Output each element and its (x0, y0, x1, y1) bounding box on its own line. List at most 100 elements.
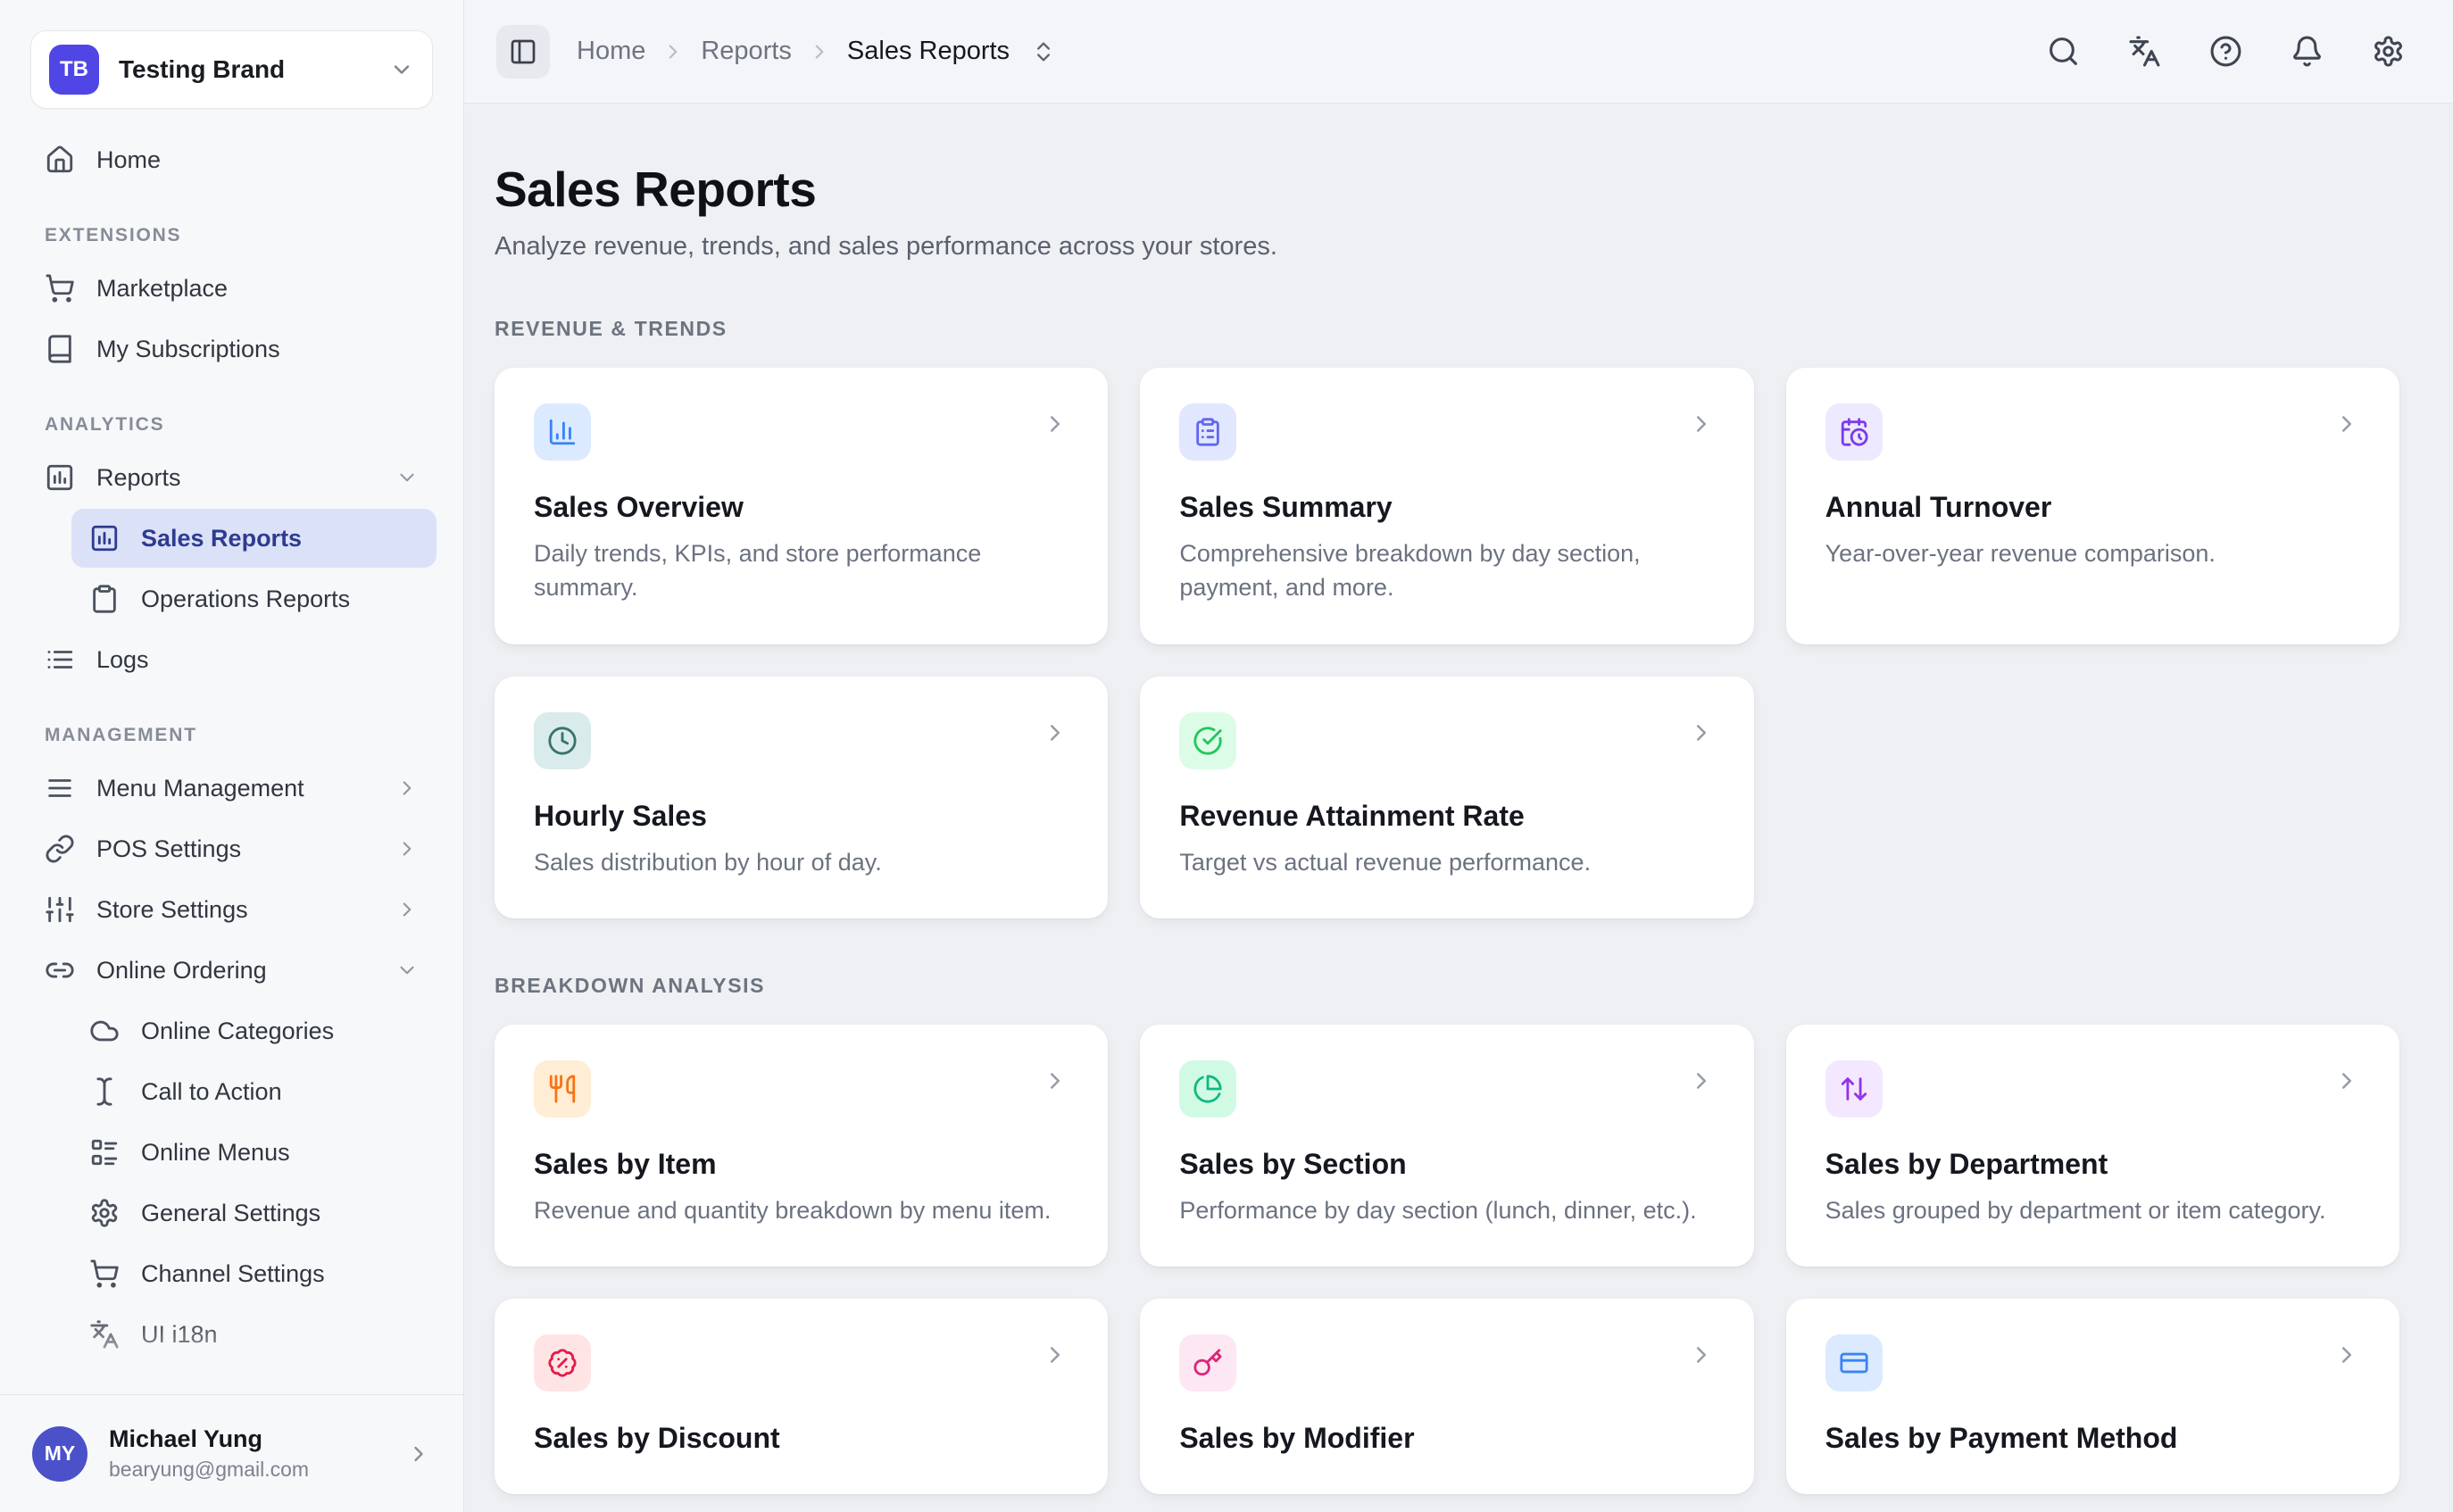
sidebar: TB Testing Brand Home EXTENSIONS Marketp… (0, 0, 464, 1512)
chevron-right-icon (395, 837, 419, 860)
chevron-right-icon (1688, 719, 1715, 746)
card-description: Sales grouped by department or item cate… (1825, 1193, 2360, 1227)
sidebar-item-online-categories[interactable]: Online Categories (71, 1001, 437, 1060)
card-revenue-attainment-rate[interactable]: Revenue Attainment Rate Target vs actual… (1140, 677, 1753, 918)
avatar: MY (32, 1426, 87, 1482)
card-annual-turnover[interactable]: Annual Turnover Year-over-year revenue c… (1786, 368, 2399, 644)
breadcrumb-home[interactable]: Home (577, 37, 645, 66)
user-email: bearyung@gmail.com (109, 1458, 385, 1482)
chevron-right-icon (2333, 1068, 2360, 1094)
sidebar-item-online-menus[interactable]: Online Menus (71, 1123, 437, 1182)
card-sales-by-section[interactable]: Sales by Section Performance by day sect… (1140, 1025, 1753, 1267)
card-title: Sales by Item (534, 1148, 1069, 1181)
chevron-down-icon (395, 959, 419, 982)
list-icon (45, 644, 75, 675)
brand-selector[interactable]: TB Testing Brand (30, 30, 433, 109)
home-icon (45, 145, 75, 175)
sidebar-item-operations-reports[interactable]: Operations Reports (71, 569, 437, 628)
badge-percent-icon (534, 1334, 591, 1392)
chevron-right-icon (1042, 1342, 1069, 1368)
clock-icon (534, 712, 591, 769)
utensils-icon (534, 1060, 591, 1117)
card-description: Comprehensive breakdown by day section, … (1179, 536, 1714, 605)
brand-name: Testing Brand (119, 55, 370, 84)
card-sales-summary[interactable]: Sales Summary Comprehensive breakdown by… (1140, 368, 1753, 644)
sidebar-toggle-button[interactable] (496, 25, 550, 79)
card-description: Sales distribution by hour of day. (534, 845, 1069, 879)
card-title: Sales by Payment Method (1825, 1422, 2360, 1455)
card-sales-by-discount[interactable]: Sales by Discount (495, 1299, 1108, 1494)
card-sales-by-item[interactable]: Sales by Item Revenue and quantity break… (495, 1025, 1108, 1267)
chevron-right-icon (1688, 1068, 1715, 1094)
chevrons-up-down-icon[interactable] (1031, 39, 1056, 64)
topbar: Home Reports Sales Reports (464, 0, 2453, 104)
bar-chart-icon (534, 403, 591, 461)
sidebar-item-marketplace[interactable]: Marketplace (27, 259, 437, 318)
cards-grid-revenue-trends: Sales Overview Daily trends, KPIs, and s… (495, 368, 2399, 918)
card-sales-by-payment-method[interactable]: Sales by Payment Method (1786, 1299, 2399, 1494)
page-subtitle: Analyze revenue, trends, and sales perfo… (495, 232, 2399, 262)
card-sales-by-department[interactable]: Sales by Department Sales grouped by dep… (1786, 1025, 2399, 1267)
card-hourly-sales[interactable]: Hourly Sales Sales distribution by hour … (495, 677, 1108, 918)
page-title: Sales Reports (495, 161, 2399, 218)
sidebar-item-menu-management[interactable]: Menu Management (27, 759, 437, 818)
chevron-right-icon (395, 898, 419, 921)
languages-icon[interactable] (2128, 35, 2161, 68)
breadcrumb-reports[interactable]: Reports (701, 37, 792, 66)
main-area: Home Reports Sales Reports Sales Reports… (464, 0, 2453, 1512)
languages-icon (89, 1319, 120, 1350)
pie-chart-icon (1179, 1060, 1236, 1117)
search-icon[interactable] (2047, 35, 2080, 68)
cards-grid-breakdown-analysis: Sales by Item Revenue and quantity break… (495, 1025, 2399, 1494)
chevron-right-icon (406, 1441, 431, 1466)
chevron-down-icon (395, 466, 419, 489)
sidebar-item-online-ordering[interactable]: Online Ordering (27, 941, 437, 1000)
help-icon[interactable] (2209, 35, 2242, 68)
card-description: Year-over-year revenue comparison. (1825, 536, 2360, 570)
card-description: Daily trends, KPIs, and store performanc… (534, 536, 1069, 605)
sidebar-item-channel-settings[interactable]: Channel Settings (71, 1244, 437, 1303)
sidebar-item-store-settings[interactable]: Store Settings (27, 880, 437, 939)
calendar-clock-icon (1825, 403, 1883, 461)
brand-avatar: TB (49, 45, 99, 95)
sidebar-nav: Home EXTENSIONS Marketplace My Subscript… (0, 127, 463, 1394)
gear-icon[interactable] (2372, 35, 2405, 68)
sidebar-item-home[interactable]: Home (27, 130, 437, 189)
card-description: Revenue and quantity breakdown by menu i… (534, 1193, 1069, 1227)
card-sales-overview[interactable]: Sales Overview Daily trends, KPIs, and s… (495, 368, 1108, 644)
arrows-up-down-icon (1825, 1060, 1883, 1117)
credit-card-icon (1825, 1334, 1883, 1392)
user-profile[interactable]: MY Michael Yung bearyung@gmail.com (0, 1394, 463, 1512)
sidebar-item-ui-i18n[interactable]: UI i18n (71, 1305, 437, 1364)
breadcrumb-current: Sales Reports (847, 37, 1010, 66)
card-title: Annual Turnover (1825, 491, 2360, 524)
card-title: Sales by Modifier (1179, 1422, 1714, 1455)
sidebar-item-my-subscriptions[interactable]: My Subscriptions (27, 320, 437, 378)
cloud-icon (89, 1016, 120, 1046)
card-description: Target vs actual revenue performance. (1179, 845, 1714, 879)
bar-chart-icon (45, 462, 75, 493)
sidebar-item-reports[interactable]: Reports (27, 448, 437, 507)
card-title: Sales by Discount (534, 1422, 1069, 1455)
chevron-right-icon (1688, 1342, 1715, 1368)
chevron-right-icon (2333, 411, 2360, 437)
card-title: Hourly Sales (534, 800, 1069, 833)
card-sales-by-modifier[interactable]: Sales by Modifier (1140, 1299, 1753, 1494)
chevron-right-icon (808, 40, 831, 63)
bar-chart-icon (89, 523, 120, 553)
sidebar-item-pos-settings[interactable]: POS Settings (27, 819, 437, 878)
card-title: Sales Overview (534, 491, 1069, 524)
chevron-right-icon (661, 40, 685, 63)
clipboard-icon (89, 584, 120, 614)
sidebar-item-sales-reports[interactable]: Sales Reports (71, 509, 437, 568)
sliders-icon (45, 894, 75, 925)
card-title: Sales Summary (1179, 491, 1714, 524)
key-icon (1179, 1334, 1236, 1392)
breadcrumb: Home Reports Sales Reports (577, 37, 1056, 66)
bell-icon[interactable] (2291, 35, 2324, 68)
sidebar-item-general-settings[interactable]: General Settings (71, 1184, 437, 1242)
book-icon (45, 334, 75, 364)
sidebar-item-logs[interactable]: Logs (27, 630, 437, 689)
user-initials: MY (45, 1441, 76, 1466)
sidebar-item-call-to-action[interactable]: Call to Action (71, 1062, 437, 1121)
